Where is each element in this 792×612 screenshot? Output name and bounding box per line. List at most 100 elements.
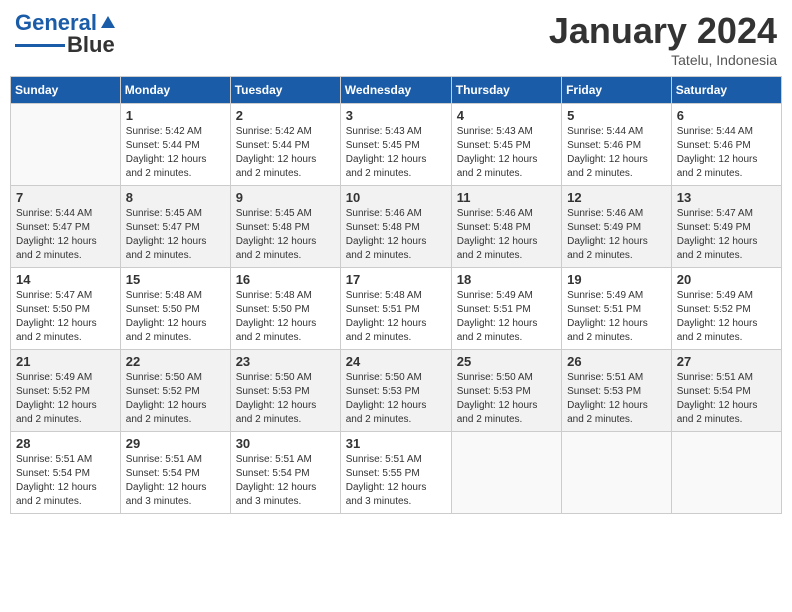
day-info: Sunrise: 5:42 AM Sunset: 5:44 PM Dayligh… [236,125,335,181]
day-number: 19 [567,272,666,287]
day-info: Sunrise: 5:49 AM Sunset: 5:52 PM Dayligh… [677,289,776,345]
day-cell: 20 Sunrise: 5:49 AM Sunset: 5:52 PM Dayli… [671,268,781,350]
column-header-monday: Monday [120,77,230,104]
day-cell: 12 Sunrise: 5:46 AM Sunset: 5:49 PM Dayli… [562,186,672,268]
day-cell: 4Sunrise: 5:43 AM Sunset: 5:45 PM Daylig… [451,104,561,186]
day-number: 3 [346,108,446,123]
day-info: Sunrise: 5:51 AM Sunset: 5:54 PM Dayligh… [677,371,776,427]
day-info: Sunrise: 5:47 AM Sunset: 5:49 PM Dayligh… [677,207,776,263]
day-cell: 3 Sunrise: 5:43 AM Sunset: 5:45 PM Daylig… [340,104,451,186]
day-number: 24 [346,354,446,369]
day-info: Sunrise: 5:46 AM Sunset: 5:49 PM Dayligh… [567,207,666,263]
calendar-table: SundayMondayTuesdayWednesdayThursdayFrid… [10,76,782,514]
day-cell: 18 Sunrise: 5:49 AM Sunset: 5:51 PM Dayli… [451,268,561,350]
header-row: SundayMondayTuesdayWednesdayThursdayFrid… [11,77,782,104]
column-header-wednesday: Wednesday [340,77,451,104]
day-cell [671,432,781,514]
logo-icon [99,14,117,32]
day-cell: 16 Sunrise: 5:48 AM Sunset: 5:50 PM Dayli… [230,268,340,350]
day-number: 9 [236,190,335,205]
day-info: Sunrise: 5:44 AM Sunset: 5:46 PM Dayligh… [567,125,666,181]
week-row-4: 21 Sunrise: 5:49 AM Sunset: 5:52 PM Dayli… [11,350,782,432]
day-cell: 17Sunrise: 5:48 AM Sunset: 5:51 PM Dayli… [340,268,451,350]
day-info: Sunrise: 5:44 AM Sunset: 5:46 PM Dayligh… [677,125,776,181]
day-cell: 24Sunrise: 5:50 AM Sunset: 5:53 PM Dayli… [340,350,451,432]
day-info: Sunrise: 5:46 AM Sunset: 5:48 PM Dayligh… [457,207,556,263]
column-header-sunday: Sunday [11,77,121,104]
day-cell: 25Sunrise: 5:50 AM Sunset: 5:53 PM Dayli… [451,350,561,432]
day-info: Sunrise: 5:49 AM Sunset: 5:51 PM Dayligh… [457,289,556,345]
month-title: January 2024 [549,10,777,52]
day-info: Sunrise: 5:51 AM Sunset: 5:54 PM Dayligh… [126,453,225,509]
day-cell: 19Sunrise: 5:49 AM Sunset: 5:51 PM Dayli… [562,268,672,350]
week-row-2: 7 Sunrise: 5:44 AM Sunset: 5:47 PM Daylig… [11,186,782,268]
day-info: Sunrise: 5:45 AM Sunset: 5:47 PM Dayligh… [126,207,225,263]
week-row-3: 14Sunrise: 5:47 AM Sunset: 5:50 PM Dayli… [11,268,782,350]
logo-blue: Blue [67,32,115,58]
day-number: 18 [457,272,556,287]
day-info: Sunrise: 5:42 AM Sunset: 5:44 PM Dayligh… [126,125,225,181]
day-cell: 6 Sunrise: 5:44 AM Sunset: 5:46 PM Daylig… [671,104,781,186]
day-cell: 15 Sunrise: 5:48 AM Sunset: 5:50 PM Dayli… [120,268,230,350]
day-number: 12 [567,190,666,205]
day-number: 15 [126,272,225,287]
day-cell: 27 Sunrise: 5:51 AM Sunset: 5:54 PM Dayli… [671,350,781,432]
day-cell: 23Sunrise: 5:50 AM Sunset: 5:53 PM Dayli… [230,350,340,432]
day-cell: 2 Sunrise: 5:42 AM Sunset: 5:44 PM Daylig… [230,104,340,186]
column-header-tuesday: Tuesday [230,77,340,104]
day-cell: 14Sunrise: 5:47 AM Sunset: 5:50 PM Dayli… [11,268,121,350]
day-number: 4 [457,108,556,123]
day-info: Sunrise: 5:44 AM Sunset: 5:47 PM Dayligh… [16,207,115,263]
day-number: 30 [236,436,335,451]
day-cell: 8 Sunrise: 5:45 AM Sunset: 5:47 PM Daylig… [120,186,230,268]
column-header-thursday: Thursday [451,77,561,104]
day-number: 10 [346,190,446,205]
location: Tatelu, Indonesia [549,52,777,68]
day-number: 6 [677,108,776,123]
day-info: Sunrise: 5:43 AM Sunset: 5:45 PM Dayligh… [346,125,446,181]
week-row-5: 28Sunrise: 5:51 AM Sunset: 5:54 PM Dayli… [11,432,782,514]
day-cell: 29Sunrise: 5:51 AM Sunset: 5:54 PM Dayli… [120,432,230,514]
day-info: Sunrise: 5:51 AM Sunset: 5:54 PM Dayligh… [236,453,335,509]
day-info: Sunrise: 5:51 AM Sunset: 5:54 PM Dayligh… [16,453,115,509]
day-number: 16 [236,272,335,287]
week-row-1: 1 Sunrise: 5:42 AM Sunset: 5:44 PM Daylig… [11,104,782,186]
day-info: Sunrise: 5:48 AM Sunset: 5:50 PM Dayligh… [236,289,335,345]
day-cell: 22Sunrise: 5:50 AM Sunset: 5:52 PM Dayli… [120,350,230,432]
day-number: 13 [677,190,776,205]
title-section: January 2024 Tatelu, Indonesia [549,10,777,68]
day-cell: 26Sunrise: 5:51 AM Sunset: 5:53 PM Dayli… [562,350,672,432]
day-number: 14 [16,272,115,287]
day-info: Sunrise: 5:45 AM Sunset: 5:48 PM Dayligh… [236,207,335,263]
logo: General Blue [15,10,117,58]
day-number: 2 [236,108,335,123]
day-number: 26 [567,354,666,369]
day-cell: 31 Sunrise: 5:51 AM Sunset: 5:55 PM Dayli… [340,432,451,514]
day-number: 22 [126,354,225,369]
day-cell: 13 Sunrise: 5:47 AM Sunset: 5:49 PM Dayli… [671,186,781,268]
day-cell: 9 Sunrise: 5:45 AM Sunset: 5:48 PM Daylig… [230,186,340,268]
day-number: 31 [346,436,446,451]
day-info: Sunrise: 5:48 AM Sunset: 5:50 PM Dayligh… [126,289,225,345]
day-cell: 1 Sunrise: 5:42 AM Sunset: 5:44 PM Daylig… [120,104,230,186]
day-number: 1 [126,108,225,123]
day-info: Sunrise: 5:51 AM Sunset: 5:55 PM Dayligh… [346,453,446,509]
day-cell: 11Sunrise: 5:46 AM Sunset: 5:48 PM Dayli… [451,186,561,268]
day-info: Sunrise: 5:46 AM Sunset: 5:48 PM Dayligh… [346,207,446,263]
day-number: 7 [16,190,115,205]
day-info: Sunrise: 5:50 AM Sunset: 5:53 PM Dayligh… [457,371,556,427]
day-number: 20 [677,272,776,287]
day-info: Sunrise: 5:48 AM Sunset: 5:51 PM Dayligh… [346,289,446,345]
day-number: 27 [677,354,776,369]
page-header: General Blue January 2024 Tatelu, Indone… [10,10,782,68]
day-info: Sunrise: 5:50 AM Sunset: 5:53 PM Dayligh… [236,371,335,427]
day-info: Sunrise: 5:49 AM Sunset: 5:52 PM Dayligh… [16,371,115,427]
day-number: 8 [126,190,225,205]
day-cell [11,104,121,186]
day-cell: 7 Sunrise: 5:44 AM Sunset: 5:47 PM Daylig… [11,186,121,268]
day-number: 21 [16,354,115,369]
day-cell: 5Sunrise: 5:44 AM Sunset: 5:46 PM Daylig… [562,104,672,186]
day-cell: 28Sunrise: 5:51 AM Sunset: 5:54 PM Dayli… [11,432,121,514]
column-header-friday: Friday [562,77,672,104]
day-cell: 30 Sunrise: 5:51 AM Sunset: 5:54 PM Dayli… [230,432,340,514]
